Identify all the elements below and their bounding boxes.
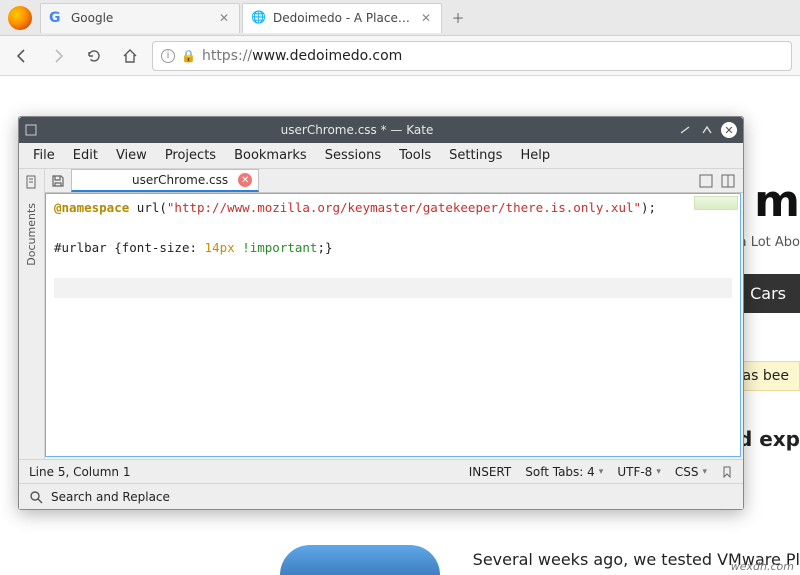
menu-projects[interactable]: Projects: [157, 145, 224, 166]
tab-mode[interactable]: Soft Tabs: 4▾: [525, 465, 603, 479]
kate-sidebar: Documents: [19, 169, 45, 459]
kate-bottom-panel: Search and Replace: [19, 483, 743, 509]
documents-toggle-icon[interactable]: [25, 175, 39, 189]
menu-bookmarks[interactable]: Bookmarks: [226, 145, 315, 166]
url-bar[interactable]: i 🔒 https://www.dedoimedo.com: [152, 41, 792, 71]
language-mode[interactable]: CSS▾: [675, 465, 707, 479]
kate-window: userChrome.css * — Kate ✕ File Edit View…: [18, 116, 744, 510]
firefox-logo-icon: [8, 6, 32, 30]
browser-chrome: G Google ✕ 🌐 Dedoimedo - A Place to Lear…: [0, 0, 800, 76]
forward-button[interactable]: [44, 42, 72, 70]
search-replace-label[interactable]: Search and Replace: [51, 490, 170, 504]
kate-titlebar[interactable]: userChrome.css * — Kate ✕: [19, 117, 743, 143]
back-button[interactable]: [8, 42, 36, 70]
lock-icon: 🔒: [181, 49, 196, 63]
minimize-button[interactable]: [677, 122, 693, 138]
editor-tab-userchrome[interactable]: userChrome.css ✕: [71, 169, 259, 192]
app-menu-icon[interactable]: [25, 124, 37, 136]
home-button[interactable]: [116, 42, 144, 70]
site-info-icon[interactable]: i: [161, 49, 175, 63]
browser-tab-dedoimedo[interactable]: 🌐 Dedoimedo - A Place to Learn a L ✕: [242, 3, 442, 33]
google-favicon-icon: G: [49, 10, 65, 26]
search-icon[interactable]: [29, 490, 43, 504]
browser-navbar: i 🔒 https://www.dedoimedo.com: [0, 36, 800, 76]
nav-item-cars[interactable]: Cars: [736, 274, 800, 313]
menu-edit[interactable]: Edit: [65, 145, 106, 166]
minimap[interactable]: [694, 196, 738, 210]
editor-tab-close-icon[interactable]: ✕: [238, 173, 252, 187]
split-vertical-icon[interactable]: [721, 174, 735, 188]
new-tab-button[interactable]: ＋: [444, 8, 472, 27]
encoding[interactable]: UTF-8▾: [617, 465, 661, 479]
tab-close-button[interactable]: ✕: [419, 11, 433, 25]
split-none-icon[interactable]: [699, 174, 713, 188]
watermark: wexdh.com: [731, 560, 794, 573]
menu-view[interactable]: View: [108, 145, 155, 166]
cursor-position[interactable]: Line 5, Column 1: [29, 465, 131, 479]
tab-title: Dedoimedo - A Place to Learn a L: [273, 11, 413, 25]
menu-sessions[interactable]: Sessions: [317, 145, 389, 166]
insert-mode[interactable]: INSERT: [469, 465, 512, 479]
menu-file[interactable]: File: [25, 145, 63, 166]
menu-settings[interactable]: Settings: [441, 145, 510, 166]
browser-tab-google[interactable]: G Google ✕: [40, 3, 240, 33]
close-button[interactable]: ✕: [721, 122, 737, 138]
kate-tabbar: userChrome.css ✕: [45, 169, 743, 193]
url-text: https://www.dedoimedo.com: [202, 48, 402, 64]
code-editor[interactable]: @namespace url("http://www.mozilla.org/k…: [45, 193, 741, 457]
decorative-pill: [280, 545, 440, 575]
kate-menubar: File Edit View Projects Bookmarks Sessio…: [19, 143, 743, 169]
bookmark-icon[interactable]: [721, 466, 733, 478]
reload-button[interactable]: [80, 42, 108, 70]
tab-close-button[interactable]: ✕: [217, 11, 231, 25]
tab-title: Google: [71, 11, 211, 25]
editor-tab-label: userChrome.css: [132, 173, 228, 187]
menu-tools[interactable]: Tools: [391, 145, 439, 166]
chevron-down-icon: ▾: [599, 467, 604, 477]
maximize-button[interactable]: [699, 122, 715, 138]
save-icon[interactable]: [45, 169, 71, 192]
chevron-down-icon: ▾: [702, 467, 707, 477]
sidebar-documents-label[interactable]: Documents: [25, 203, 38, 266]
site-favicon-icon: 🌐: [251, 10, 267, 26]
kate-statusbar: Line 5, Column 1 INSERT Soft Tabs: 4▾ UT…: [19, 459, 743, 483]
kate-title: userChrome.css * — Kate: [37, 123, 677, 137]
browser-tabbar: G Google ✕ 🌐 Dedoimedo - A Place to Lear…: [0, 0, 800, 36]
chevron-down-icon: ▾: [656, 467, 661, 477]
menu-help[interactable]: Help: [512, 145, 558, 166]
